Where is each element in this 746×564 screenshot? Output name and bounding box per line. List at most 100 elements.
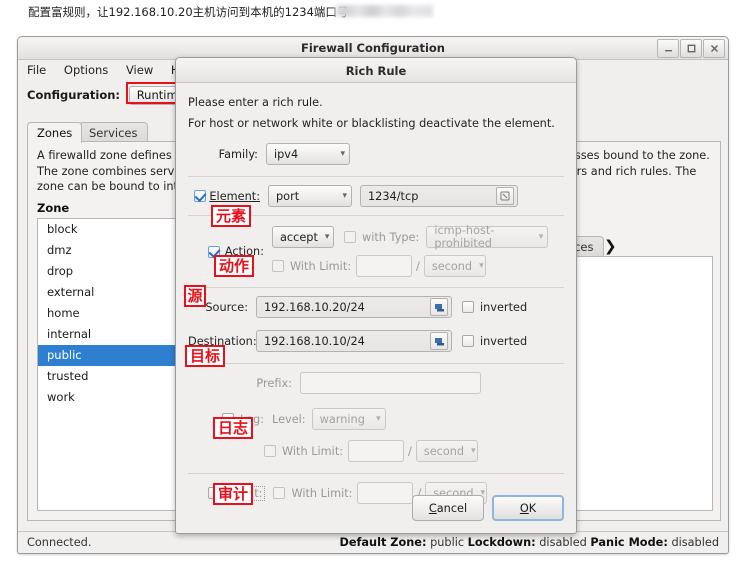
log-level-value: warning — [319, 412, 365, 426]
menu-file[interactable]: File — [27, 63, 46, 77]
menu-options[interactable]: Options — [64, 63, 108, 77]
host-picker-icon[interactable] — [430, 332, 448, 350]
dialog-buttons: Cancel OK — [412, 495, 564, 521]
element-label: Element: — [209, 189, 260, 203]
chevron-down-icon: ▾ — [471, 446, 476, 456]
log-level-select[interactable]: warning ▾ — [311, 408, 386, 430]
dialog-intro-line-2: For host or network white or blacklistin… — [188, 117, 555, 130]
minimize-button[interactable] — [657, 39, 679, 58]
action-limit-input[interactable] — [356, 255, 412, 277]
chevron-right-icon[interactable]: ❯ — [604, 237, 617, 255]
source-inverted-checkbox[interactable] — [462, 301, 474, 313]
element-value-input[interactable]: 1234/tcp — [360, 185, 518, 207]
prefix-input[interactable] — [300, 372, 481, 394]
action-limit-unit-value: second — [431, 259, 473, 273]
audit-limit-input[interactable] — [357, 482, 414, 504]
rich-rule-dialog: Rich Rule Please enter a rich rule. For … — [175, 57, 577, 534]
divider — [188, 363, 564, 364]
log-limit-unit-value: second — [423, 444, 465, 458]
list-item[interactable]: block — [38, 219, 182, 240]
destination-inverted-label: inverted — [480, 334, 528, 348]
element-value: 1234/tcp — [368, 189, 419, 203]
maximize-button[interactable] — [680, 39, 702, 58]
chevron-down-icon: ▾ — [479, 261, 484, 271]
divider — [188, 176, 564, 177]
zone-list[interactable]: block dmz drop external home internal pu… — [37, 218, 183, 511]
icmp-type-select[interactable]: icmp-host-prohibited ▾ — [426, 224, 549, 250]
annotation-destination: 目标 — [185, 345, 225, 367]
destination-inverted-checkbox[interactable] — [462, 335, 474, 347]
source-input[interactable]: 192.168.10.20/24 — [256, 296, 452, 318]
icmp-type-value: icmp-host-prohibited — [434, 224, 495, 250]
action-limit-checkbox[interactable] — [272, 260, 284, 272]
top-annotation-text: 配置富规则，让192.168.10.20主机访问到本机的1234端口号 — [28, 5, 349, 19]
list-item[interactable]: trusted — [38, 366, 182, 387]
log-limit-checkbox[interactable] — [264, 445, 276, 457]
chevron-down-icon: ▾ — [538, 232, 544, 242]
action-select[interactable]: accept ▾ — [272, 226, 334, 248]
picker-icon[interactable] — [496, 187, 514, 205]
with-type-checkbox[interactable] — [344, 231, 356, 243]
dialog-body: Please enter a rich rule. For host or ne… — [176, 96, 576, 505]
prefix-label: Prefix: — [256, 376, 292, 390]
audit-with-limit-label: With Limit: — [291, 486, 353, 500]
list-item[interactable]: home — [38, 303, 182, 324]
window-controls — [657, 39, 725, 58]
main-window-title: Firewall Configuration — [301, 41, 445, 55]
annotation-log: 日志 — [213, 417, 253, 439]
status-lockdown-value: disabled — [539, 536, 587, 549]
configuration-label: Configuration: — [27, 88, 121, 102]
redacted-region — [335, 5, 433, 17]
annotation-action: 动作 — [214, 255, 254, 277]
ok-button[interactable]: OK — [492, 495, 564, 521]
action-limit-separator: / — [416, 259, 420, 273]
action-with-limit-label: With Limit: — [290, 259, 352, 273]
family-select[interactable]: ipv4 ▾ — [266, 143, 350, 165]
with-type-label: with Type: — [362, 230, 420, 244]
menu-view[interactable]: View — [126, 63, 153, 77]
element-checkbox[interactable] — [194, 190, 206, 202]
log-level-label: Level: — [271, 412, 306, 426]
list-item[interactable]: dmz — [38, 240, 182, 261]
tab-services[interactable]: Services — [79, 122, 148, 143]
source-value: 192.168.10.20/24 — [264, 300, 365, 314]
audit-limit-checkbox[interactable] — [273, 487, 286, 499]
dialog-intro-line-1: Please enter a rich rule. — [188, 96, 323, 109]
status-panic-label: Panic Mode: — [590, 536, 668, 549]
divider — [188, 473, 564, 474]
element-type-select[interactable]: port ▾ — [268, 185, 352, 207]
action-limit-unit-select[interactable]: second ▾ — [423, 255, 486, 277]
annotation-element: 元素 — [211, 205, 251, 227]
family-label: Family: — [218, 147, 258, 161]
list-item-selected[interactable]: public — [38, 345, 182, 366]
chevron-down-icon: ▾ — [340, 149, 345, 159]
list-item[interactable]: work — [38, 387, 182, 408]
status-connection: Connected. — [27, 536, 92, 549]
dialog-title: Rich Rule — [176, 58, 576, 83]
log-limit-unit-select[interactable]: second ▾ — [415, 440, 478, 462]
family-value: ipv4 — [274, 147, 299, 161]
status-default-zone-value: public — [430, 536, 465, 549]
host-picker-icon[interactable] — [430, 298, 448, 316]
status-default-zone-label: Default Zone: — [339, 536, 427, 549]
annotation-source: 源 — [184, 285, 206, 307]
screenshot-root: 配置富规则，让192.168.10.20主机访问到本机的1234端口号 Fire… — [0, 0, 746, 564]
status-summary: Default Zone: public Lockdown: disabled … — [339, 536, 719, 549]
source-inverted-label: inverted — [480, 300, 528, 314]
list-item[interactable]: external — [38, 282, 182, 303]
status-lockdown-label: Lockdown: — [467, 536, 536, 549]
divider — [188, 287, 564, 288]
destination-input[interactable]: 192.168.10.10/24 — [256, 330, 452, 352]
close-button[interactable] — [703, 39, 725, 58]
status-panic-value: disabled — [671, 536, 719, 549]
log-limit-input[interactable] — [348, 440, 404, 462]
ok-button-rest: K — [528, 501, 537, 515]
log-with-limit-label: With Limit: — [282, 444, 344, 458]
tab-zones[interactable]: Zones — [27, 122, 83, 143]
cancel-button[interactable]: Cancel — [412, 495, 484, 521]
zone-column-header: Zone — [37, 201, 70, 215]
element-type-value: port — [276, 189, 300, 203]
list-item[interactable]: drop — [38, 261, 182, 282]
chevron-down-icon: ▾ — [342, 191, 347, 201]
list-item[interactable]: internal — [38, 324, 182, 345]
